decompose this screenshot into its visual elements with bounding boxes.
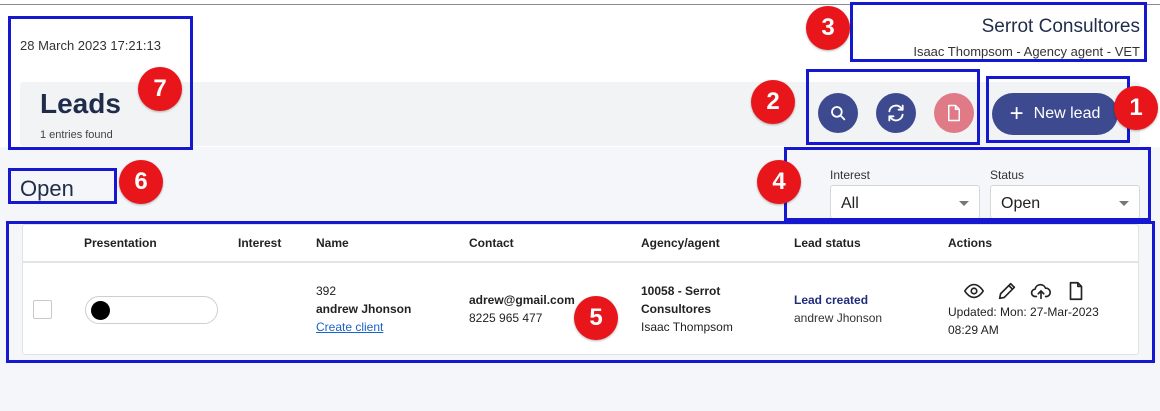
annotation-badge-3: 3 <box>806 6 850 50</box>
annotation-box-3 <box>850 2 1147 62</box>
annotation-badge-5: 5 <box>574 296 618 340</box>
annotation-box-1 <box>986 76 1130 143</box>
annotation-badge-2: 2 <box>751 80 795 124</box>
annotation-box-2 <box>806 69 980 145</box>
annotation-box-4 <box>784 147 1151 221</box>
annotation-box-5 <box>6 221 1155 363</box>
annotation-badge-7: 7 <box>138 67 182 111</box>
annotation-badge-6: 6 <box>119 160 163 204</box>
annotation-box-6 <box>8 168 117 204</box>
annotation-badge-1: 1 <box>1114 86 1158 130</box>
annotation-badge-4: 4 <box>757 160 801 204</box>
